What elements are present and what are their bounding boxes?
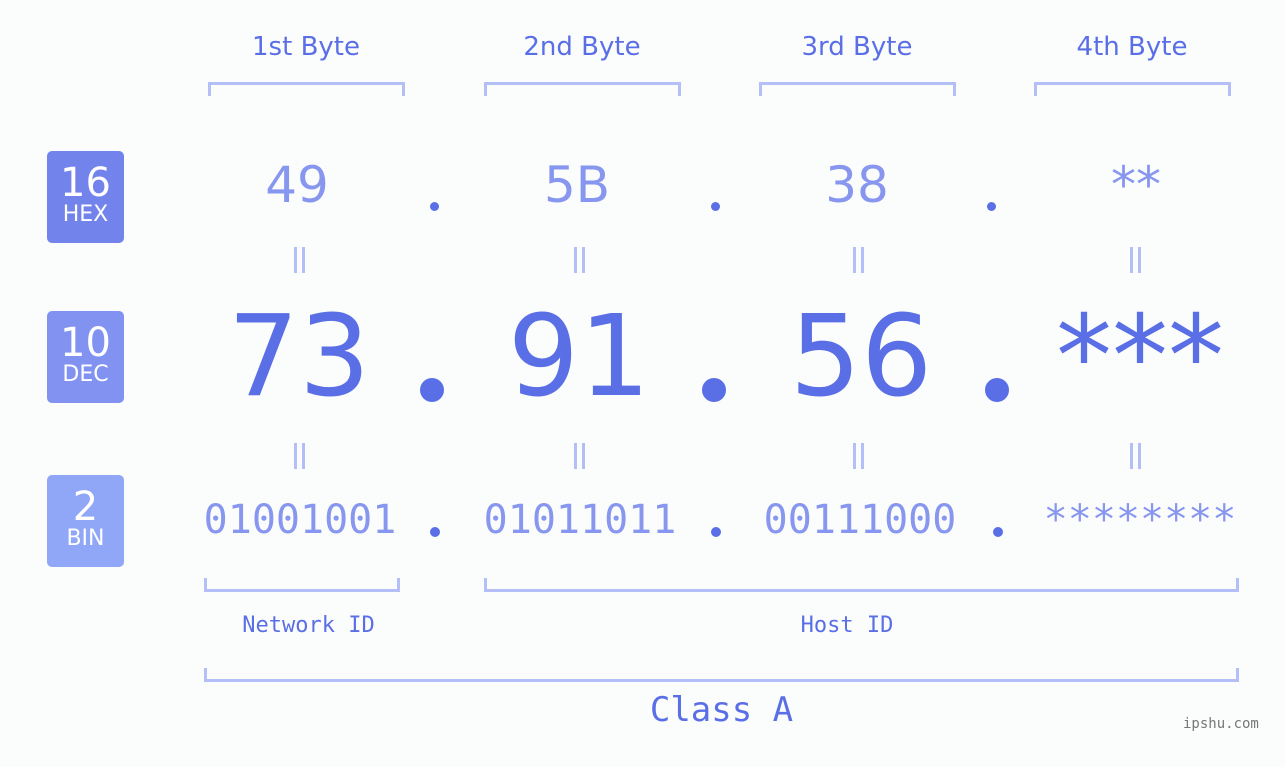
bin-byte-3: 00111000 bbox=[763, 497, 957, 543]
equals-icon bbox=[572, 443, 586, 469]
equals-icon bbox=[1128, 443, 1142, 469]
hex-label: HEX bbox=[62, 202, 109, 227]
bin-base: 2 bbox=[72, 484, 99, 530]
network-id-bracket bbox=[204, 578, 400, 592]
byte-bracket-2 bbox=[484, 82, 681, 96]
byte-bracket-1 bbox=[208, 82, 405, 96]
equals-icon bbox=[1128, 247, 1142, 273]
hex-byte-1: 49 bbox=[265, 156, 329, 214]
bin-badge: 2 BIN bbox=[47, 475, 124, 567]
hex-base: 16 bbox=[60, 160, 111, 206]
byte-header-3: 3rd Byte bbox=[801, 32, 913, 62]
dec-dot-3 bbox=[985, 378, 1009, 402]
byte-bracket-4 bbox=[1034, 82, 1231, 96]
watermark: ipshu.com bbox=[1183, 716, 1259, 732]
equals-icon bbox=[572, 247, 586, 273]
class-bracket bbox=[204, 668, 1239, 682]
host-id-bracket bbox=[484, 578, 1239, 592]
bin-byte-1: 01001001 bbox=[203, 497, 397, 543]
byte-header-4: 4th Byte bbox=[1076, 32, 1188, 62]
hex-dot-2 bbox=[711, 202, 720, 211]
equals-icon bbox=[292, 443, 306, 469]
hex-dot-1 bbox=[430, 202, 439, 211]
host-id-label: Host ID bbox=[800, 613, 894, 638]
byte-bracket-3 bbox=[759, 82, 956, 96]
bin-dot-2 bbox=[711, 527, 721, 537]
bin-label: BIN bbox=[66, 526, 105, 551]
bin-dot-3 bbox=[993, 527, 1003, 537]
hex-byte-4: ** bbox=[1111, 156, 1161, 214]
dec-dot-1 bbox=[420, 378, 444, 402]
bin-dot-1 bbox=[430, 527, 440, 537]
equals-icon bbox=[292, 247, 306, 273]
dec-byte-2: 91 bbox=[507, 292, 651, 422]
hex-byte-3: 38 bbox=[825, 156, 889, 214]
dec-base: 10 bbox=[60, 320, 111, 366]
hex-badge: 16 HEX bbox=[47, 151, 124, 243]
bin-byte-4: ******** bbox=[1043, 497, 1237, 543]
dec-byte-1: 73 bbox=[227, 292, 371, 422]
network-id-label: Network ID bbox=[242, 613, 375, 638]
dec-dot-2 bbox=[702, 378, 726, 402]
dec-byte-4: *** bbox=[1056, 292, 1224, 422]
dec-label: DEC bbox=[62, 362, 109, 387]
byte-header-2: 2nd Byte bbox=[523, 32, 641, 62]
byte-header-1: 1st Byte bbox=[252, 32, 360, 62]
equals-icon bbox=[851, 247, 865, 273]
hex-dot-3 bbox=[987, 202, 996, 211]
hex-byte-2: 5B bbox=[543, 156, 611, 214]
dec-byte-3: 56 bbox=[789, 292, 933, 422]
dec-badge: 10 DEC bbox=[47, 311, 124, 403]
class-label: Class A bbox=[649, 690, 794, 730]
equals-icon bbox=[851, 443, 865, 469]
bin-byte-2: 01011011 bbox=[483, 497, 677, 543]
